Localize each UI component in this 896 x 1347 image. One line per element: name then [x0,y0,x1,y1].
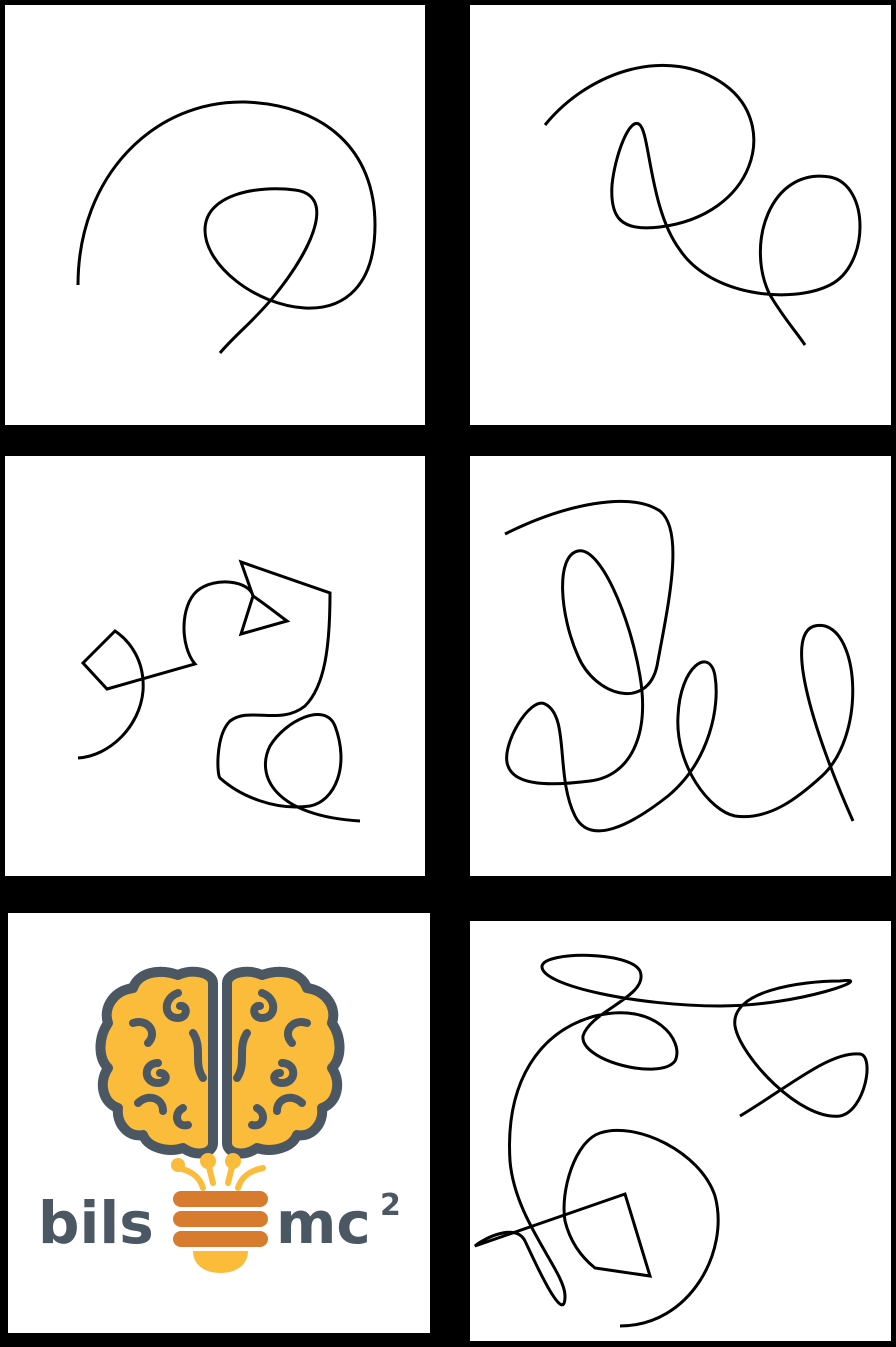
squiggle-5 [473,953,869,1328]
bils-mc2-logo: bils mc 2 [38,966,401,1273]
logo-text-right: mc [276,1189,371,1257]
brain-icon [95,966,345,1159]
logo-text-left: bils [38,1189,154,1257]
tile-middle-left [5,456,425,876]
squiggle-3 [77,559,361,823]
logo-text-superscript: 2 [380,1188,401,1223]
tile-middle-right [470,456,891,876]
squiggle-2 [543,63,862,346]
squiggle-4 [504,499,855,833]
tile-top-left [5,5,425,425]
squiggle-1 [76,100,377,354]
tile-bottom-left-logo: bils mc 2 [8,913,430,1333]
tile-top-right [470,5,891,425]
tile-bottom-right [470,921,891,1341]
bulb-filaments-icon [171,1153,266,1191]
bulb-base-icon [173,1191,268,1273]
